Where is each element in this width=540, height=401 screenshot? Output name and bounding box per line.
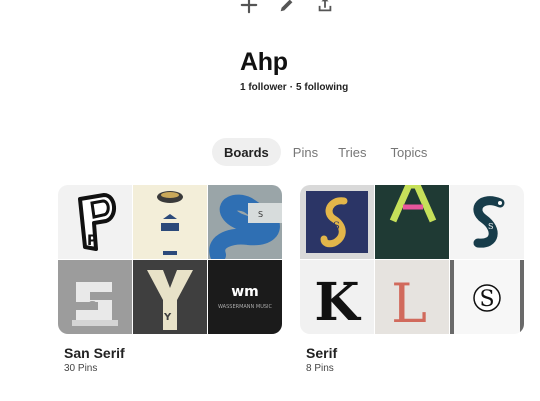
pin-thumbnail-a: A	[375, 185, 449, 259]
logo-caption: WASSERMANN MUSIC	[218, 304, 272, 310]
board-pin-count: 30 Pins	[64, 363, 98, 374]
profile-name: Ahp	[240, 48, 288, 76]
pin-thumbnail-y: Y	[133, 260, 207, 334]
followers-count[interactable]: 1 follower	[240, 82, 287, 93]
board-pin-count: 8 Pins	[306, 363, 334, 374]
letter-text: S	[88, 299, 97, 313]
share-icon[interactable]	[316, 0, 334, 14]
pin-thumbnail-s-tile: S	[450, 260, 524, 334]
tab-tries[interactable]: Tries	[326, 138, 378, 166]
pin-thumbnail-seahorse-s: S	[300, 185, 374, 259]
letter-text: A	[406, 211, 415, 222]
following-count[interactable]: 5 following	[296, 82, 348, 93]
pin-thumbnail-sewing-machine: S	[58, 260, 132, 334]
stats-separator: ·	[289, 82, 294, 93]
board-cover[interactable]: S A S K L S	[300, 185, 524, 334]
pin-thumbnail-fish-s: S	[450, 185, 524, 259]
pin-thumbnail-p: P	[58, 185, 132, 259]
profile-toolbar	[240, 0, 334, 14]
tab-pins[interactable]: Pins	[281, 138, 326, 166]
tab-topics[interactable]: Topics	[379, 138, 440, 166]
letter-text: S	[488, 222, 493, 231]
pencil-icon[interactable]	[278, 0, 296, 14]
board-card-serif[interactable]: S A S K L S Serif 8 Pins	[300, 185, 524, 374]
letter-text: P	[87, 233, 97, 249]
letter-text: L	[391, 272, 427, 334]
pin-thumbnail-wm-logo: wm WASSERMANN MUSIC	[208, 260, 282, 334]
letter-text: S	[333, 221, 340, 232]
pin-thumbnail-l-face: L	[375, 260, 449, 334]
pin-thumbnail-illustration	[133, 185, 207, 259]
logo-text: wm	[231, 284, 259, 300]
board-cover[interactable]: P S S Y wm WASSERMANN MUSIC	[58, 185, 282, 334]
plus-icon[interactable]	[240, 0, 258, 14]
letter-text: Y	[163, 312, 172, 323]
pin-thumbnail-tape-s: S	[208, 185, 282, 259]
letter-text: S	[258, 210, 263, 219]
board-title[interactable]: San Serif	[64, 345, 282, 361]
tab-boards[interactable]: Boards	[212, 138, 281, 166]
board-card-san-serif[interactable]: P S S Y wm WASSERMANN MUSIC San Serif 30…	[58, 185, 282, 374]
letter-text: K	[314, 272, 361, 333]
profile-stats: 1 follower · 5 following	[240, 82, 348, 93]
board-title[interactable]: Serif	[306, 345, 524, 361]
pin-thumbnail-k: K	[300, 260, 374, 334]
profile-tabs: Boards Pins Tries Topics	[212, 138, 439, 166]
letter-text: S	[479, 287, 494, 312]
